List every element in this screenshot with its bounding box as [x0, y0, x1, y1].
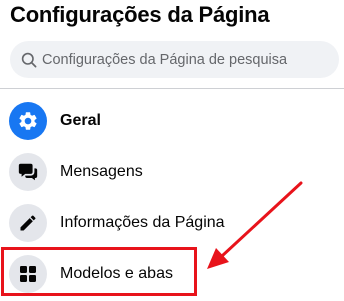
gear-icon [9, 102, 47, 140]
search-input[interactable] [40, 44, 332, 75]
page-settings-panel: Configurações da Página Geral [0, 0, 344, 301]
nav-item-geral[interactable]: Geral [0, 96, 340, 146]
page-title: Configurações da Página [10, 2, 270, 27]
nav-item-mensagens[interactable]: Mensagens [0, 147, 340, 197]
nav-item-label: Informações da Página [60, 214, 225, 231]
annotation-highlight-box [1, 247, 197, 296]
divider [0, 88, 344, 89]
nav-item-label: Mensagens [60, 163, 143, 180]
nav-item-label: Geral [60, 112, 101, 129]
search-icon [18, 49, 40, 71]
pencil-icon [9, 204, 47, 242]
search-bar[interactable] [10, 41, 339, 78]
nav-item-informacoes[interactable]: Informações da Página [0, 198, 340, 248]
chat-bubbles-icon [9, 153, 47, 191]
